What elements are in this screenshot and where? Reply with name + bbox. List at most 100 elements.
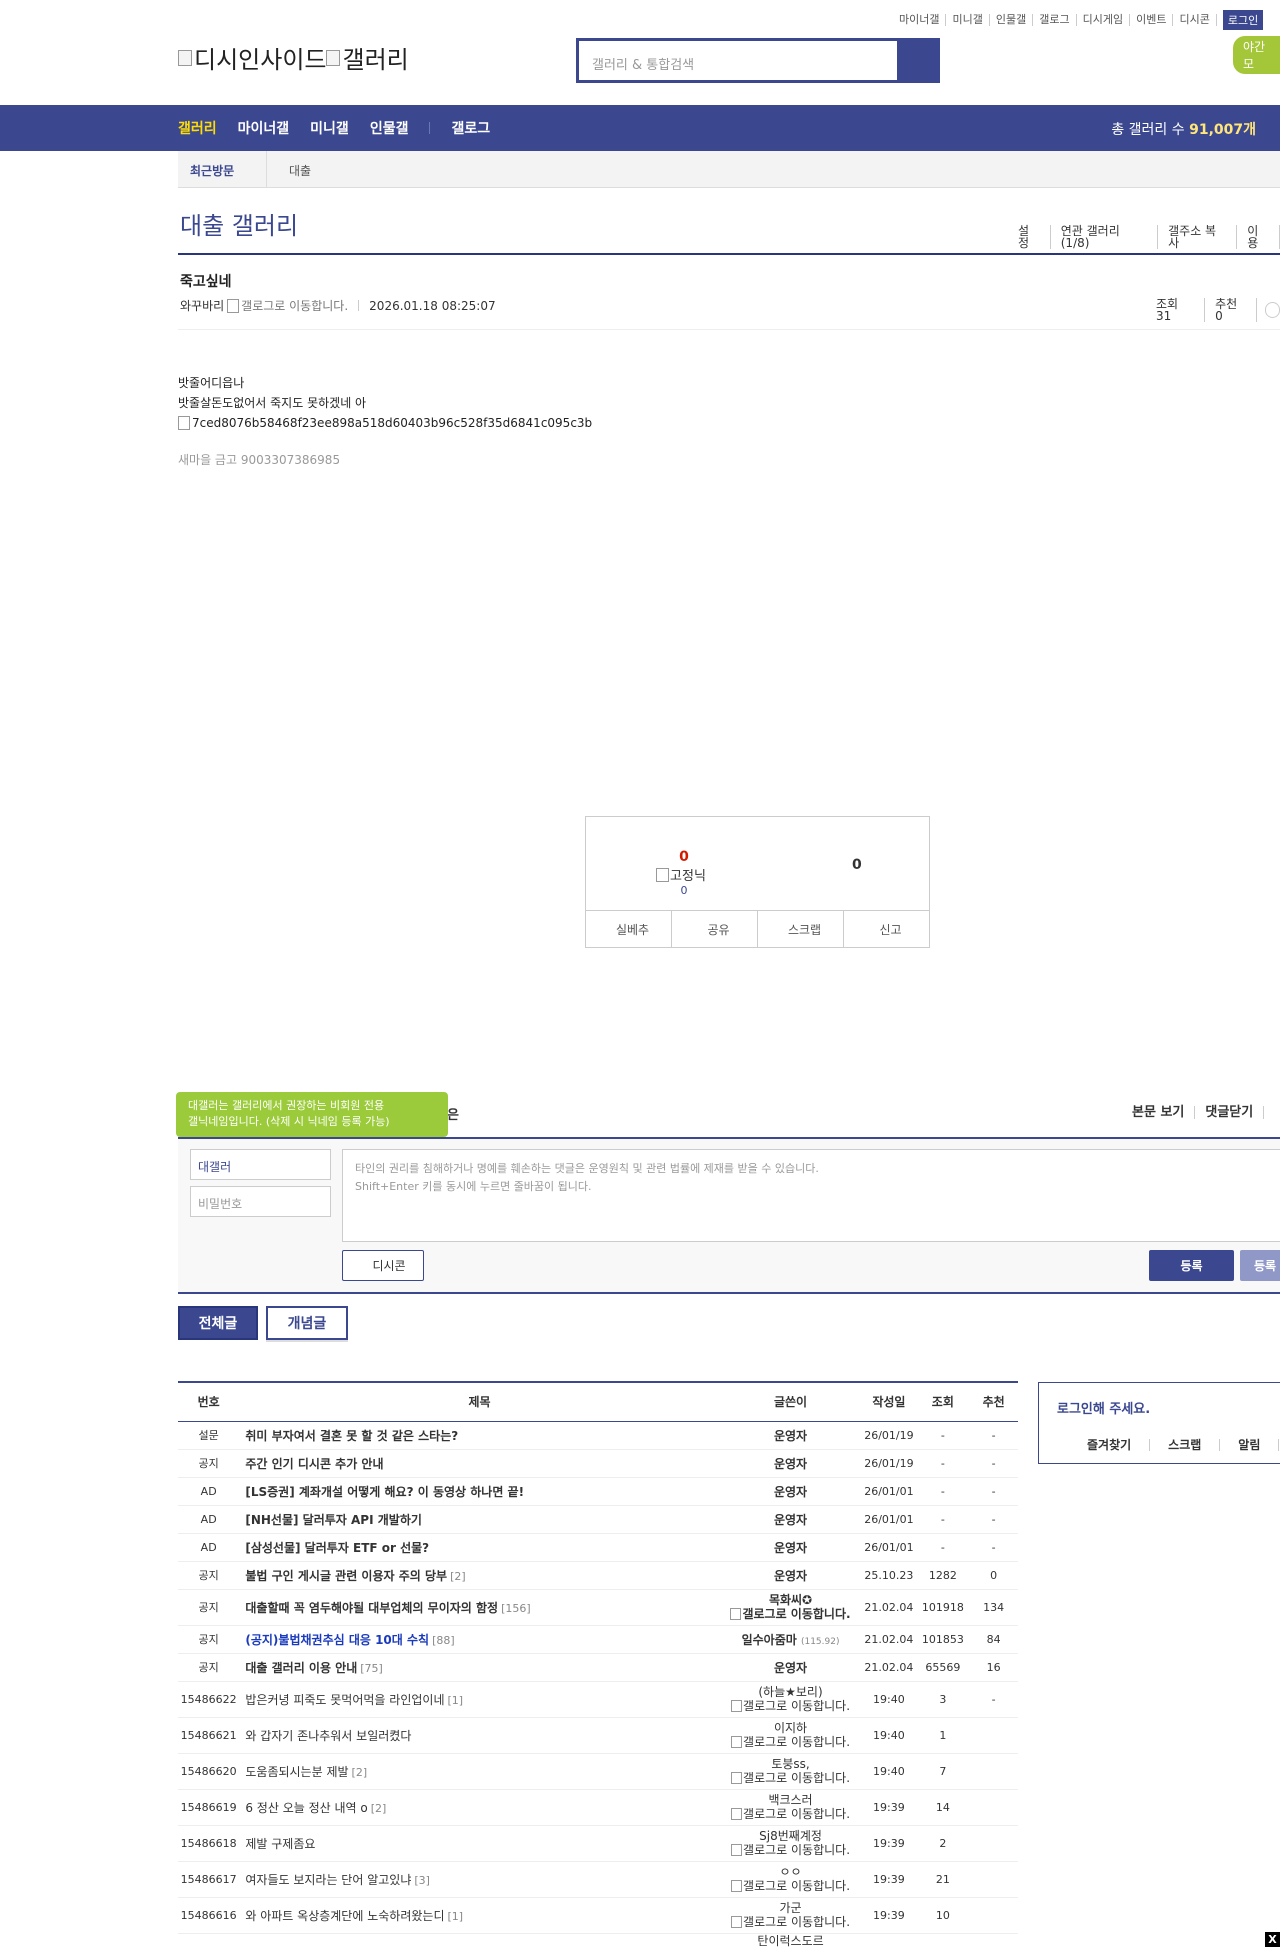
gallery-title[interactable]: 대출 갤러리 [180,206,298,241]
row-title-text[interactable]: 와 갑자기 존나추워서 보일러켰다 [245,1729,411,1743]
top-nav-dcgame[interactable]: 디시게임 [1077,14,1131,26]
gallog-link[interactable]: 갤로그로 이동합니다. [720,1699,862,1713]
row-title[interactable]: 대출할때 꼭 염두해야될 대부업체의 무이자의 함정 [156] [239,1589,720,1626]
gallog-link[interactable]: 갤로그로 이동합니다. [720,1915,862,1929]
gallog-link[interactable]: 갤로그로 이동합니다. [720,1807,862,1821]
row-title[interactable]: [LS증권] 계좌개설 어떻게 해요? 이 동영상 하나면 끝! [239,1477,720,1506]
row-writer[interactable]: 일수아줌마 (115.92) [719,1625,862,1654]
table-row[interactable]: AD [LS증권] 계좌개설 어떻게 해요? 이 동영상 하나면 끝! 운영자 … [178,1477,1018,1506]
reply-count[interactable]: [156] [501,1602,531,1615]
row-title[interactable]: 밥은커녕 피죽도 못먹어먹을 라인업이네 [1] [239,1681,720,1718]
writer-nick[interactable]: Sj8번째계정 [720,1829,862,1843]
gallog-link[interactable]: 갤로그로 이동합니다. [720,1771,862,1785]
nickname-field[interactable]: 대갤러 [190,1149,331,1180]
row-title-text[interactable]: 도움좀되시는분 제발 [245,1765,348,1779]
gallog-link[interactable]: 갤로그로 이동합니다. [720,1879,862,1893]
writer-nick[interactable]: 토붕ss, [720,1757,862,1771]
comment-submit-button[interactable]: 등록 [1149,1250,1234,1281]
share-button[interactable]: 공유 [672,911,758,947]
top-nav-event[interactable]: 이벤트 [1130,14,1174,26]
gallog-link[interactable]: 갤로그로 이동합니다. [241,297,348,314]
recent-visit-label[interactable]: 최근방문 [190,162,234,179]
reply-count[interactable]: [2] [352,1766,368,1779]
recommend-down-count[interactable]: 0 [852,857,862,873]
table-row[interactable]: 설문 취미 부자여서 결혼 못 할 것 같은 스타는? 운영자 26/01/19… [178,1421,1018,1450]
scrap-button[interactable]: 스크랩 [758,911,844,947]
report-button[interactable]: 신고 [844,911,929,947]
gallog-link[interactable]: 갤로그로 이동합니다. [720,1607,862,1621]
row-title[interactable]: 도움좀되시는분 제발 [2] [239,1753,720,1790]
table-row[interactable]: 탄이럭스도르 [178,1933,1018,1947]
row-writer[interactable]: 운영자 [719,1561,862,1590]
tab-best-posts[interactable]: 개념글 [266,1306,348,1340]
row-writer[interactable]: 탄이럭스도르 [719,1933,862,1947]
table-row[interactable]: 공지 대출 갤러리 이용 안내 [75] 운영자 21.02.04 65569 1… [178,1653,1018,1682]
table-row[interactable]: AD [NH선물] 달러투자 API 개발하기 운영자 26/01/01 - - [178,1505,1018,1534]
writer-nick[interactable]: 일수아줌마 [742,1633,797,1647]
row-title[interactable]: 주간 인기 디시콘 추가 안내 [239,1449,720,1478]
table-row[interactable]: 공지 주간 인기 디시콘 추가 안내 운영자 26/01/19 - - [178,1449,1018,1478]
recent-visit-item[interactable]: 대출 [289,162,311,179]
row-title[interactable]: [NH선물] 달러투자 API 개발하기 [239,1505,720,1534]
reply-count[interactable]: [2] [450,1570,466,1583]
site-logo[interactable]: 디시인사이드 갤러리 [178,40,409,75]
row-title-text[interactable]: 불법 구인 게시글 관련 이용자 주의 당부 [245,1569,447,1583]
row-writer[interactable]: Sj8번째계정 갤로그로 이동합니다. [719,1825,862,1862]
row-title-text[interactable]: 와 아파트 옥상층계단에 노숙하려왔는디 [245,1909,444,1923]
table-row[interactable]: 15486622 밥은커녕 피죽도 못먹어먹을 라인업이네 [1] (하늘★보리)… [178,1681,1018,1718]
gallog-link[interactable]: 갤로그로 이동합니다. [720,1843,862,1857]
close-comments-link[interactable]: 댓글닫기 [1195,1106,1265,1119]
writer-nick[interactable]: 가군 [720,1901,862,1915]
top-nav-minor[interactable]: 마이너갤 [893,14,947,26]
row-title-text[interactable]: 대출 갤러리 이용 안내 [245,1661,357,1675]
reply-count[interactable]: [88] [432,1634,455,1647]
table-row[interactable]: 15486617 여자들도 보지라는 단어 알고있냐 [3] ㅇㅇ 갤로그로 이동… [178,1861,1018,1898]
table-row[interactable]: AD [삼성선물] 달러투자 ETF or 선물? 운영자 26/01/01 -… [178,1533,1018,1562]
row-title[interactable]: 와 아파트 옥상층계단에 노숙하려왔는디 [1] [239,1897,720,1934]
table-row[interactable]: 15486621 와 갑자기 존나추워서 보일러켰다 이지하 갤로그로 이동합니… [178,1717,1018,1754]
table-row[interactable]: 15486619 6 정산 오늘 정산 내역 o [2] 백크스러 갤로그로 이동… [178,1789,1018,1826]
row-title-text[interactable]: 제발 구제좀요 [245,1837,315,1851]
table-row[interactable]: 15486618 제발 구제좀요 Sj8번째계정 갤로그로 이동합니다. 19:… [178,1825,1018,1862]
table-row[interactable]: 공지 (공지)불법채권추심 대응 10대 수칙 [88] 일수아줌마 (115.9… [178,1625,1018,1654]
row-writer[interactable]: 토붕ss, 갤로그로 이동합니다. [719,1753,862,1790]
table-row[interactable]: 공지 불법 구인 게시글 관련 이용자 주의 당부 [2] 운영자 25.10.2… [178,1561,1018,1590]
gallog-link[interactable]: 갤로그로 이동합니다. [720,1735,862,1749]
gnb-mini[interactable]: 미니갤 [310,118,349,138]
row-title[interactable]: 와 갑자기 존나추워서 보일러켰다 [239,1717,720,1754]
row-title-text[interactable]: (공지)불법채권추심 대응 10대 수칙 [245,1633,429,1647]
row-title-text[interactable]: 주간 인기 디시콘 추가 안내 [245,1457,383,1471]
top-nav-person[interactable]: 인물갤 [990,14,1034,26]
login-message[interactable]: 로그인해 주세요. [1057,1398,1150,1417]
row-title-text[interactable]: 밥은커녕 피죽도 못먹어먹을 라인업이네 [245,1693,444,1707]
writer-nick[interactable]: 탄이럭스도르 [720,1934,862,1947]
notification-link[interactable]: 알림 [1220,1439,1280,1451]
top-nav-gallog[interactable]: 갤로그 [1033,14,1077,26]
row-title-text[interactable]: 취미 부자여서 결혼 못 할 것 같은 스타는? [245,1429,458,1443]
reply-count[interactable]: [75] [360,1662,383,1675]
row-title-text[interactable]: [NH선물] 달러투자 API 개발하기 [245,1513,422,1527]
tab-all-posts[interactable]: 전체글 [178,1306,258,1340]
row-writer[interactable]: 운영자 [719,1533,862,1562]
row-title-text[interactable]: [LS증권] 계좌개설 어떻게 해요? 이 동영상 하나면 끝! [245,1485,524,1499]
login-button[interactable]: 로그인 [1222,10,1264,30]
row-writer[interactable]: 운영자 [719,1421,862,1450]
reply-count[interactable]: [1] [447,1910,463,1923]
row-writer[interactable]: 운영자 [719,1449,862,1478]
usage-link[interactable]: 이용 [1237,225,1280,249]
scrap-link[interactable]: 스크랩 [1150,1439,1221,1451]
comment-submit-secondary-button[interactable]: 등록 [1240,1250,1280,1281]
row-writer[interactable]: 백크스러 갤로그로 이동합니다. [719,1789,862,1826]
night-mode-toggle[interactable]: 야간 모 [1233,36,1280,74]
row-writer[interactable]: ㅇㅇ 갤로그로 이동합니다. [719,1861,862,1898]
row-writer[interactable]: 목화씨✪ 갤로그로 이동합니다. [719,1589,862,1626]
more-icon[interactable] [1265,302,1280,318]
row-writer[interactable]: 운영자 [719,1477,862,1506]
row-writer[interactable]: 운영자 [719,1653,862,1682]
row-writer[interactable]: 이지하 갤로그로 이동합니다. [719,1717,862,1754]
gnb-minor[interactable]: 마이너갤 [238,118,290,138]
gnb-person[interactable]: 인물갤 [370,118,409,138]
row-title[interactable]: 취미 부자여서 결혼 못 할 것 같은 스타는? [239,1421,720,1450]
row-title-text[interactable]: 대출할때 꼭 염두해야될 대부업체의 무이자의 함정 [245,1601,498,1615]
row-title[interactable]: 불법 구인 게시글 관련 이용자 주의 당부 [2] [239,1561,720,1590]
